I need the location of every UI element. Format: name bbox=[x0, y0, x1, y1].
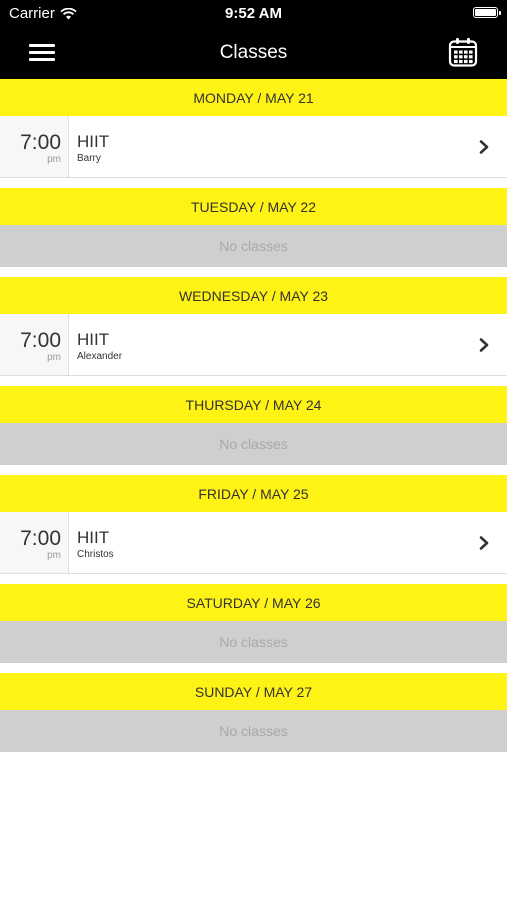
calendar-icon bbox=[448, 38, 478, 67]
day-header-wednesday: WEDNESDAY / MAY 23 bbox=[0, 277, 507, 314]
class-name: HIIT bbox=[77, 330, 110, 349]
class-instructor: Alexander bbox=[77, 351, 123, 362]
day-header-friday: FRIDAY / MAY 25 bbox=[0, 475, 507, 512]
day-header-sunday: SUNDAY / MAY 27 bbox=[0, 673, 507, 710]
time-column: 7:00 pm bbox=[0, 314, 69, 375]
class-row[interactable]: 7:00 pm HIIT Barry bbox=[0, 116, 507, 178]
class-name: HIIT bbox=[77, 528, 110, 547]
calendar-button[interactable] bbox=[448, 37, 478, 67]
day-header-monday: MONDAY / MAY 21 bbox=[0, 79, 507, 116]
time-column: 7:00 pm bbox=[0, 512, 69, 573]
chevron-right-icon bbox=[479, 338, 489, 352]
day-header-saturday: SATURDAY / MAY 26 bbox=[0, 584, 507, 621]
no-classes-row: No classes bbox=[0, 423, 507, 465]
class-time-period: pm bbox=[47, 550, 61, 561]
class-instructor: Christos bbox=[77, 549, 114, 560]
page-title: Classes bbox=[219, 42, 288, 63]
time-column: 7:00 pm bbox=[0, 116, 69, 177]
day-header-tuesday: TUESDAY / MAY 22 bbox=[0, 188, 507, 225]
class-time: 7:00 bbox=[20, 527, 61, 550]
navigation-bar: Classes bbox=[0, 28, 507, 79]
battery-icon bbox=[473, 7, 501, 18]
status-bar: Carrier 9:52 AM bbox=[0, 0, 507, 28]
class-time-period: pm bbox=[47, 154, 61, 165]
class-name: HIIT bbox=[77, 132, 110, 151]
class-time: 7:00 bbox=[20, 131, 61, 154]
class-row[interactable]: 7:00 pm HIIT Alexander bbox=[0, 314, 507, 376]
status-time: 9:52 AM bbox=[225, 5, 282, 22]
no-classes-row: No classes bbox=[0, 225, 507, 267]
class-row[interactable]: 7:00 pm HIIT Christos bbox=[0, 512, 507, 574]
chevron-right-icon bbox=[479, 140, 489, 154]
day-header-thursday: THURSDAY / MAY 24 bbox=[0, 386, 507, 423]
class-time: 7:00 bbox=[20, 329, 61, 352]
class-instructor: Barry bbox=[77, 153, 101, 164]
chevron-right-icon bbox=[479, 536, 489, 550]
class-schedule: MONDAY / MAY 21 7:00 pm HIIT Barry TUESD… bbox=[0, 79, 507, 752]
class-time-period: pm bbox=[47, 352, 61, 363]
no-classes-row: No classes bbox=[0, 621, 507, 663]
no-classes-row: No classes bbox=[0, 710, 507, 752]
